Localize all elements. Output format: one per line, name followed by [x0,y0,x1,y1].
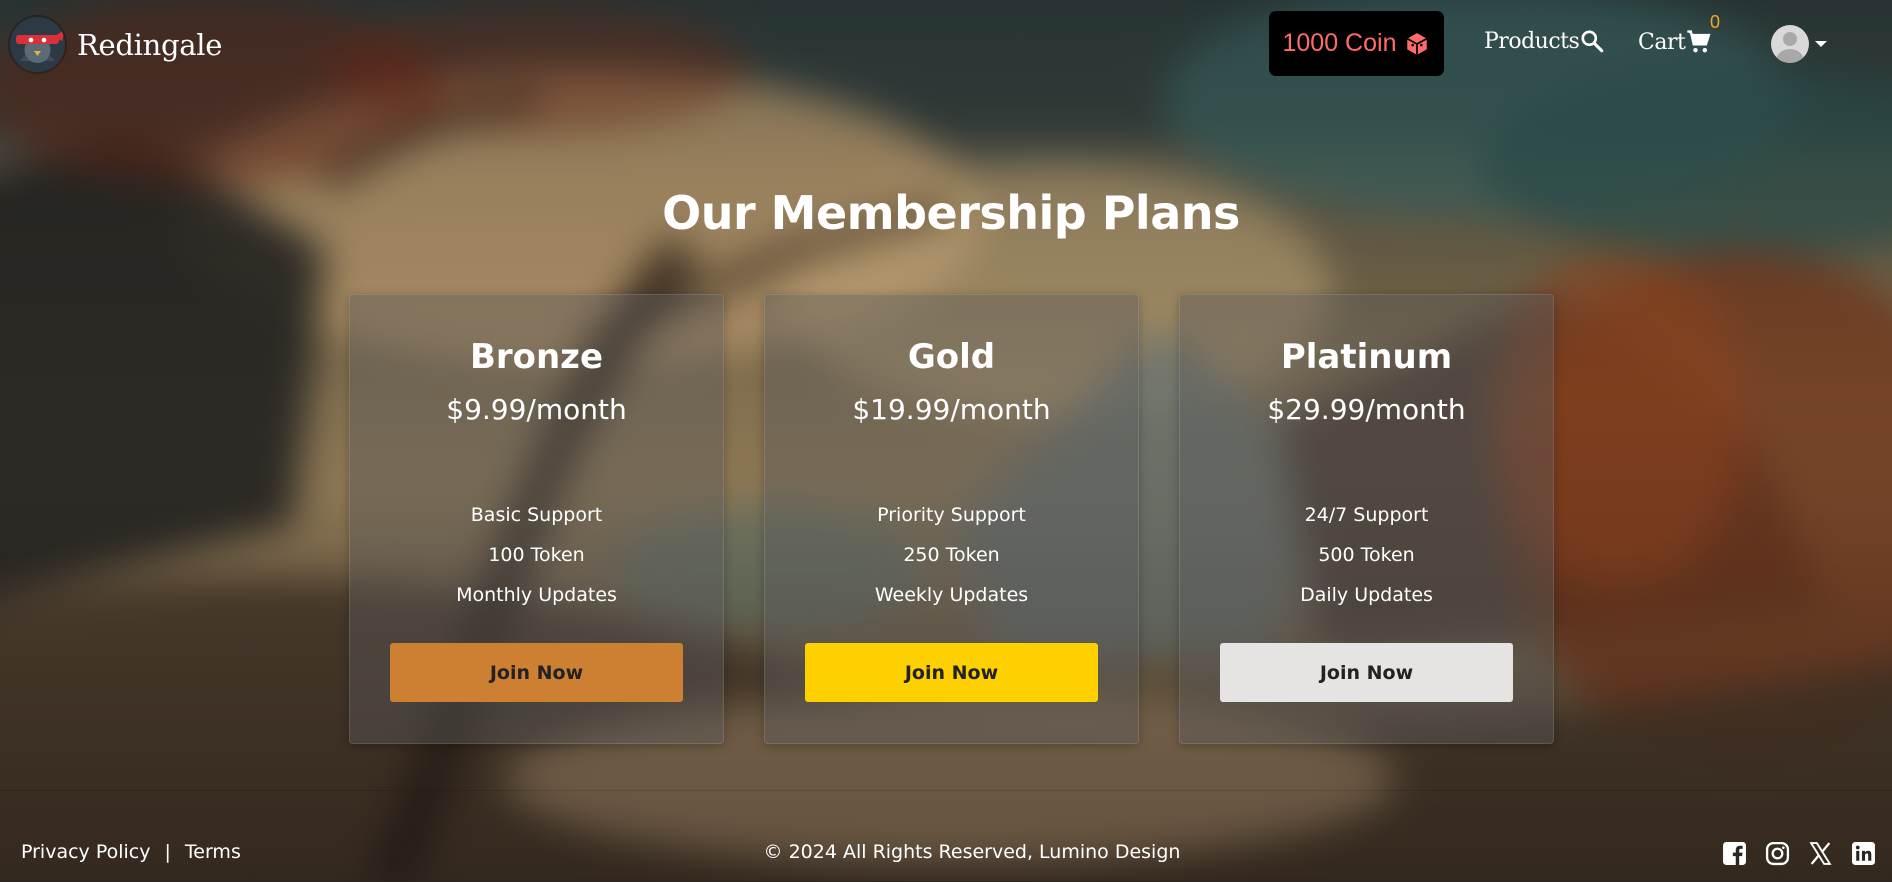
top-navbar: Redingale 1000 Coin Products Cart 0 [0,0,1892,88]
caret-down-icon [1815,41,1827,47]
social-links [1722,841,1876,866]
nav-products[interactable]: Products [1484,28,1605,54]
plan-feature: Weekly Updates [874,584,1029,606]
facebook-icon[interactable] [1722,841,1747,866]
linkedin-icon[interactable] [1851,841,1876,866]
plan-feature: Daily Updates [1300,584,1433,606]
user-menu-toggle[interactable] [1771,25,1827,63]
coin-balance-label: 1000 Coin [1282,29,1397,57]
brand-link[interactable]: Redingale [10,17,222,72]
plan-name: Bronze [469,337,604,377]
membership-plans: Bronze $9.99/month Basic Support 100 Tok… [349,294,1554,744]
plan-card-bronze: Bronze $9.99/month Basic Support 100 Tok… [349,294,724,744]
avatar [1771,25,1809,63]
instagram-icon[interactable] [1765,841,1790,866]
join-now-button-gold[interactable]: Join Now [805,643,1098,702]
coin-balance-button[interactable]: 1000 Coin [1269,11,1444,76]
plan-name: Gold [907,337,996,377]
brand-name: Redingale [77,27,223,62]
nav-products-label: Products [1484,28,1580,54]
page-title: Our Membership Plans [662,186,1240,240]
copyright-text: © 2024 All Rights Reserved, Lumino Desig… [763,841,1181,863]
brand-logo-icon [10,17,65,72]
plan-features: Basic Support 100 Token Monthly Updates [350,495,723,615]
plan-feature: Priority Support [877,504,1026,526]
plan-feature: 100 Token [488,544,585,566]
plan-feature: Basic Support [470,504,603,526]
plan-feature: 500 Token [1318,544,1415,566]
plan-features: Priority Support 250 Token Weekly Update… [765,495,1138,615]
plan-features: 24/7 Support 500 Token Daily Updates [1180,495,1553,615]
plan-name: Platinum [1280,337,1453,377]
plan-price: $19.99/month [852,393,1051,426]
footer: Privacy Policy | Terms © 2024 All Rights… [0,790,1892,882]
plan-card-platinum: Platinum $29.99/month 24/7 Support 500 T… [1179,294,1554,744]
join-now-button-platinum[interactable]: Join Now [1220,643,1513,702]
plan-price: $9.99/month [446,393,627,426]
nav-cart-label: Cart [1638,29,1686,55]
x-icon[interactable] [1808,841,1833,866]
search-icon [1579,28,1605,54]
cart-count-badge: 0 [1710,12,1721,32]
join-now-button-bronze[interactable]: Join Now [390,643,683,702]
nav-cart[interactable]: Cart [1638,28,1713,56]
plan-feature: 24/7 Support [1304,504,1429,526]
plan-card-gold: Gold $19.99/month Priority Support 250 T… [764,294,1139,744]
cube-icon [1404,31,1430,57]
plan-price: $29.99/month [1267,393,1466,426]
plan-feature: Monthly Updates [456,584,617,606]
plan-feature: 250 Token [903,544,1000,566]
